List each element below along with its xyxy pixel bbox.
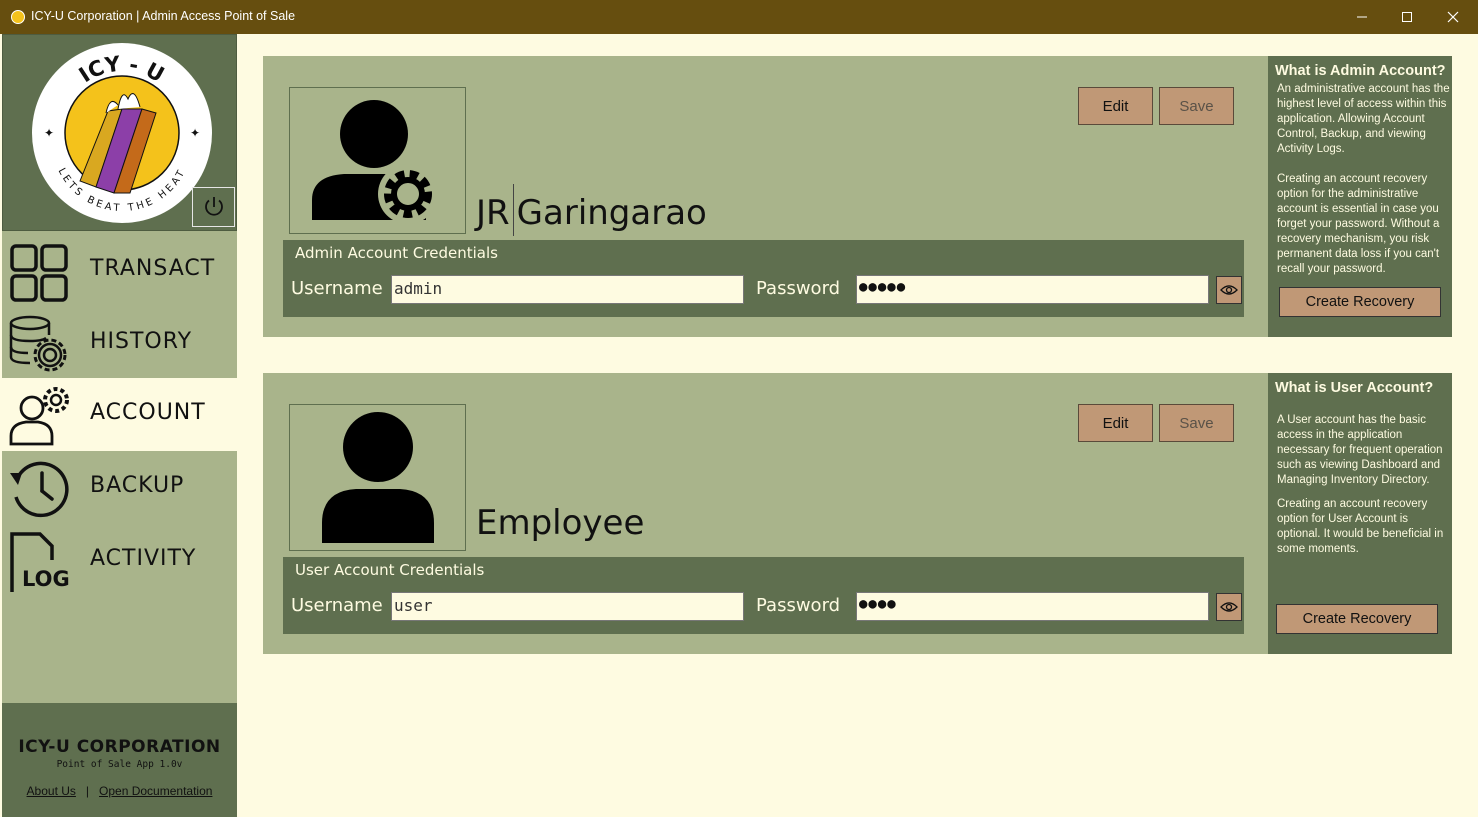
admin-last-name: Garingarao: [516, 193, 707, 233]
user-account-card: Employee Edit Save User Account Credenti…: [263, 373, 1452, 654]
company-name: ICY-U CORPORATION: [18, 737, 221, 757]
admin-edit-button[interactable]: Edit: [1078, 87, 1153, 125]
text-cursor: [512, 184, 514, 236]
admin-name: JR Garingarao: [476, 184, 707, 236]
nav-label-account: ACCOUNT: [90, 400, 206, 425]
admin-user-gear-icon: [312, 100, 438, 224]
svg-text:✦: ✦: [44, 126, 54, 140]
user-username-field[interactable]: user: [391, 592, 744, 621]
icy-u-logo: ICY - U LETS BEAT THE HEAT ✦ ✦: [32, 43, 212, 223]
close-button[interactable]: [1430, 0, 1476, 34]
nav-label-transact: TRANSACT: [90, 256, 216, 281]
user-credentials-title: User Account Credentials: [295, 561, 485, 579]
user-info-title: What is User Account?: [1275, 380, 1434, 396]
history-clock-icon: [10, 461, 69, 518]
app-version: Point of Sale App 1.0v: [56, 759, 183, 770]
eye-icon: [1220, 285, 1238, 295]
logo-panel: ICY - U LETS BEAT THE HEAT ✦ ✦: [2, 34, 237, 231]
footer-separator: |: [85, 784, 90, 798]
about-us-link[interactable]: About Us: [27, 784, 76, 798]
power-icon: [204, 197, 223, 216]
user-name: Employee: [476, 503, 645, 543]
maximize-icon: [1402, 12, 1412, 22]
user-gear-icon: [9, 387, 69, 446]
admin-account-card: JR Garingarao Edit Save Admin Account Cre…: [263, 56, 1452, 337]
nav-item-history[interactable]: HISTORY: [2, 307, 237, 380]
user-info-panel: What is User Account? A User account has…: [1268, 373, 1452, 654]
admin-avatar: [289, 87, 466, 234]
title-bar: ICY-U Corporation | Admin Access Point o…: [0, 0, 1478, 34]
admin-username-field[interactable]: admin: [391, 275, 744, 304]
nav-item-transact[interactable]: TRANSACT: [2, 234, 237, 307]
admin-show-password-button[interactable]: [1216, 276, 1242, 304]
footer-links: About Us | Open Documentation: [2, 784, 237, 798]
user-avatar: [289, 404, 466, 551]
admin-credentials-box: Admin Account Credentials Username admin…: [283, 240, 1244, 317]
user-password-label: Password: [756, 595, 841, 616]
eye-icon: [1220, 602, 1238, 612]
sidebar-footer: ICY-U CORPORATION Point of Sale App 1.0v…: [2, 703, 237, 817]
user-icon: [322, 412, 434, 543]
sidebar: ICY - U LETS BEAT THE HEAT ✦ ✦ TRANSACT: [2, 34, 237, 817]
admin-password-label: Password: [756, 278, 841, 299]
window-title: ICY-U Corporation | Admin Access Point o…: [31, 9, 296, 23]
admin-first-name: JR: [476, 193, 510, 233]
nav-label-history: HISTORY: [90, 329, 193, 354]
admin-save-button[interactable]: Save: [1159, 87, 1234, 125]
admin-info-title: What is Admin Account?: [1275, 63, 1446, 79]
user-password-field[interactable]: ●●●●: [856, 592, 1209, 621]
power-button[interactable]: [192, 187, 235, 227]
admin-info-panel: What is Admin Account? An administrative…: [1268, 56, 1452, 337]
nav-item-backup[interactable]: BACKUP: [2, 451, 237, 524]
database-gear-icon: [9, 315, 67, 372]
user-credentials-box: User Account Credentials Username user P…: [283, 557, 1244, 634]
admin-info-text-2: Creating an account recovery option for …: [1277, 173, 1440, 275]
open-documentation-link[interactable]: Open Documentation: [99, 784, 212, 798]
admin-username-label: Username: [291, 278, 383, 299]
nav-item-activity[interactable]: LOG ACTIVITY: [2, 524, 237, 597]
admin-credentials-title: Admin Account Credentials: [295, 244, 498, 262]
nav-label-activity: ACTIVITY: [90, 546, 197, 571]
user-edit-button[interactable]: Edit: [1078, 404, 1153, 442]
user-save-button[interactable]: Save: [1159, 404, 1234, 442]
app-logo-icon: [11, 10, 25, 24]
user-show-password-button[interactable]: [1216, 593, 1242, 621]
admin-password-field[interactable]: ●●●●●: [856, 275, 1209, 304]
user-username-label: Username: [291, 595, 383, 616]
minimize-button[interactable]: [1339, 0, 1385, 34]
svg-text:LOG: LOG: [22, 567, 70, 591]
close-icon: [1447, 11, 1459, 23]
svg-text:✦: ✦: [190, 126, 200, 140]
maximize-button[interactable]: [1384, 0, 1430, 34]
minimize-icon: [1357, 16, 1367, 18]
dashboard-grid-icon: [10, 244, 68, 302]
log-file-icon: LOG: [10, 532, 70, 592]
user-create-recovery-button[interactable]: Create Recovery: [1276, 604, 1438, 634]
admin-info-text-1: An administrative account has the highes…: [1277, 83, 1450, 155]
nav-label-backup: BACKUP: [90, 473, 185, 498]
user-info-text-1: A User account has the basic access in t…: [1277, 414, 1443, 486]
user-info-text-2: Creating an account recovery option for …: [1277, 498, 1444, 555]
admin-create-recovery-button[interactable]: Create Recovery: [1279, 287, 1441, 317]
nav-item-account[interactable]: ACCOUNT: [2, 378, 237, 451]
